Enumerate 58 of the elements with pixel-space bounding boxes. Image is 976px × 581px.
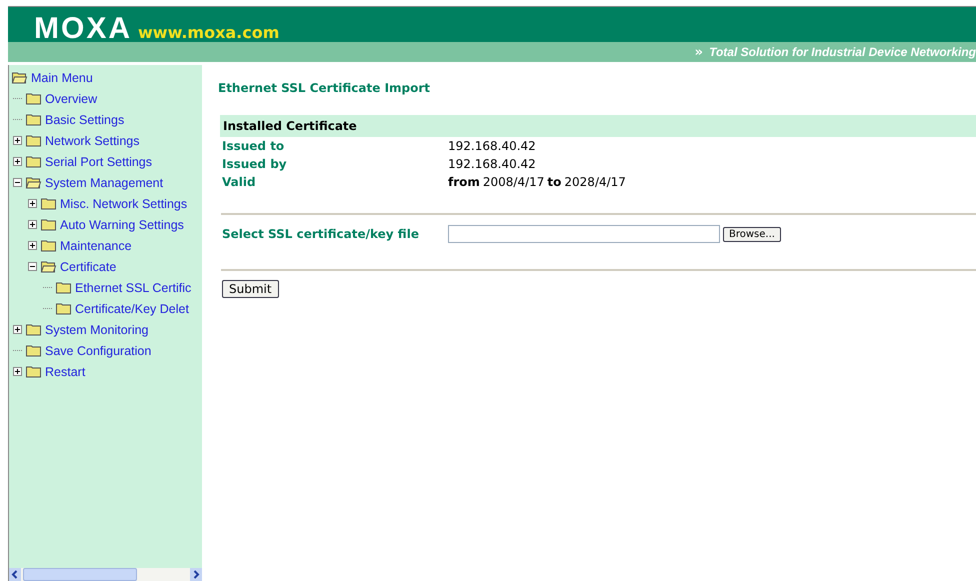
tree-item[interactable]: Restart xyxy=(45,364,86,378)
field-label: Issued to xyxy=(222,139,286,153)
folder-icon xyxy=(25,344,42,357)
folder-icon xyxy=(40,218,57,231)
tree-item[interactable]: Network Settings xyxy=(45,134,140,148)
tree-item[interactable]: Misc. Network Settings xyxy=(60,196,188,210)
field-label: Select SSL certificate/key file xyxy=(222,227,420,241)
expander-icon[interactable] xyxy=(13,178,22,187)
tree-item[interactable]: Certificate xyxy=(60,260,116,274)
submit-button[interactable]: Submit xyxy=(222,280,279,298)
folder-icon xyxy=(25,323,42,336)
folder-icon xyxy=(25,113,42,126)
open-folder-icon xyxy=(25,176,42,189)
folder-icon xyxy=(40,239,57,252)
folder-icon xyxy=(55,281,72,294)
tree-item[interactable]: Basic Settings xyxy=(45,112,124,126)
section-heading: Installed Certificate xyxy=(220,115,976,137)
folder-icon xyxy=(25,134,42,147)
open-folder-icon xyxy=(40,260,57,273)
scroll-right-button[interactable] xyxy=(190,568,202,581)
browse-button[interactable]: Browse... xyxy=(723,226,781,242)
tree-item[interactable]: Certificate/Key Delet xyxy=(75,302,189,316)
field-label: Valid xyxy=(222,175,257,189)
expander-icon[interactable] xyxy=(28,220,37,229)
field-label: Issued by xyxy=(222,157,288,171)
file-path-field[interactable] xyxy=(448,225,720,243)
tree-item[interactable]: Main Menu xyxy=(31,70,93,84)
logo: MOXA xyxy=(34,14,132,44)
field-value: 192.168.40.42 xyxy=(448,139,536,153)
tree-item[interactable]: Auto Warning Settings xyxy=(60,218,184,232)
expander-icon[interactable] xyxy=(28,262,37,271)
expander-icon[interactable] xyxy=(13,157,22,166)
tree-item[interactable]: System Management xyxy=(45,176,164,190)
expander-icon[interactable] xyxy=(13,367,22,376)
tree-item[interactable]: Maintenance xyxy=(60,238,132,252)
folder-icon xyxy=(25,365,42,378)
tagline: Total Solution for Industrial Device Networking xyxy=(709,45,976,59)
website-link[interactable]: www.moxa.com xyxy=(138,24,280,42)
tree-item[interactable]: Ethernet SSL Certific xyxy=(75,280,192,294)
tree-item[interactable]: Overview xyxy=(45,92,98,106)
folder-icon xyxy=(55,302,72,315)
tree-item[interactable]: Serial Port Settings xyxy=(45,154,152,168)
chevron-icon: » xyxy=(694,44,704,60)
field-value: from 2008/4/17 to 2028/4/17 xyxy=(448,175,626,189)
expander-icon[interactable] xyxy=(13,325,22,334)
page-title: Ethernet SSL Certificate Import xyxy=(218,81,432,95)
expander-icon[interactable] xyxy=(28,199,37,208)
folder-icon xyxy=(25,155,42,168)
expander-icon[interactable] xyxy=(13,136,22,145)
tree-item[interactable]: Save Configuration xyxy=(45,344,152,358)
open-folder-icon xyxy=(11,71,28,84)
tree-item[interactable]: System Monitoring xyxy=(45,322,149,336)
folder-icon xyxy=(25,92,42,105)
folder-icon xyxy=(40,197,57,210)
expander-icon[interactable] xyxy=(28,241,37,250)
field-value: 192.168.40.42 xyxy=(448,157,536,171)
horizontal-scrollbar[interactable] xyxy=(9,568,202,581)
scroll-left-button[interactable] xyxy=(9,568,21,581)
